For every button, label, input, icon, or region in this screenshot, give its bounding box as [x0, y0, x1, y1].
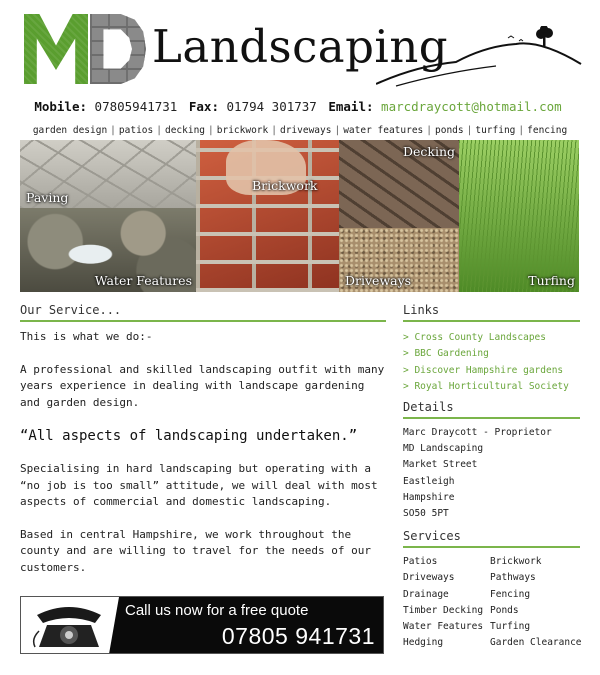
service-item: Brickwork: [490, 556, 542, 567]
brickwork-photo[interactable]: Brickwork: [196, 140, 339, 292]
nav-item-driveways[interactable]: driveways: [280, 125, 331, 136]
service-item: Driveways: [403, 572, 455, 584]
mobile-number: 07805941731: [94, 99, 178, 114]
free-quote-banner[interactable]: Call us now for a free quote 07805 94173…: [20, 596, 384, 654]
section-heading-details: Details: [403, 400, 580, 419]
photo-collage: Paving Water Features Brickwork Decking …: [20, 140, 579, 292]
details-line: Marc Draycott - Proprietor: [403, 427, 552, 438]
mobile-label: Mobile:: [34, 99, 88, 114]
email-label: Email:: [328, 99, 374, 114]
paving-caption: Paving: [26, 190, 69, 205]
water-features-photo[interactable]: Water Features: [20, 208, 196, 292]
service-item: Hedging: [403, 637, 444, 649]
details-section: Details Marc Draycott - Proprietor MD La…: [403, 400, 580, 522]
details-line: MD Landscaping: [403, 443, 484, 455]
logo-letter-m: [24, 14, 88, 84]
telephone-icon: [32, 607, 101, 648]
top-nav: garden design | patios | decking | brickwork | d…: [0, 125, 600, 136]
intro-text: This is what we do:-: [20, 330, 153, 343]
nav-item-brickwork[interactable]: brickwork: [217, 125, 268, 136]
service-item: Water Features: [403, 621, 484, 633]
nav-separator: |: [426, 125, 432, 136]
hill-tree-icon: [376, 26, 582, 87]
quote-text: “All aspects of landscaping undertaken.”: [20, 428, 358, 444]
nav-separator: |: [271, 125, 277, 136]
brickwork-caption: Brickwork: [252, 178, 318, 193]
paragraph-location: Based in central Hampshire, we work thro…: [20, 527, 371, 574]
link-royal-horticultural-society[interactable]: > Royal Horticultural Society: [403, 379, 580, 395]
link-bbc-gardening[interactable]: > BBC Gardening: [403, 346, 580, 362]
service-item: Turfing: [490, 621, 531, 633]
contact-bar: Mobile: 07805941731 Fax: 01794 301737 Em…: [0, 99, 600, 114]
link-cross-county-landscapes[interactable]: > Cross County Landscapes: [403, 330, 580, 346]
details-line: SO50 5PT: [403, 508, 449, 520]
paving-photo[interactable]: Paving: [20, 140, 196, 208]
section-heading-links: Links: [403, 303, 580, 322]
main-content: Our Service... This is what we do:- A pr…: [20, 303, 386, 576]
paragraph-specialising: Specialising in hard landscaping but ope…: [20, 462, 378, 508]
details-line: Hampshire: [403, 491, 455, 503]
nav-item-water-features[interactable]: water features: [343, 125, 423, 136]
decking-photo[interactable]: Decking: [339, 140, 459, 228]
nav-separator: |: [156, 125, 162, 136]
fax-number: 01794 301737: [226, 99, 317, 114]
nav-item-patios[interactable]: patios: [119, 125, 153, 136]
service-item: Fencing: [490, 588, 531, 600]
nav-separator: |: [208, 125, 214, 136]
nav-item-ponds[interactable]: ponds: [435, 125, 464, 136]
turfing-caption: Turfing: [528, 273, 575, 288]
nav-item-fencing[interactable]: fencing: [527, 125, 567, 136]
driveways-photo[interactable]: Driveways: [339, 228, 459, 292]
free-quote-text: Call us now for a free quote: [125, 602, 309, 619]
site-header: Landscaping: [0, 0, 600, 95]
service-item: Drainage: [403, 588, 449, 600]
paragraph-about: A professional and skilled landscaping o…: [20, 362, 385, 409]
email-link[interactable]: marcdraycott@hotmail.com: [381, 99, 562, 114]
services-section: Services Patios Brickwork Driveways Path…: [403, 529, 582, 652]
nav-item-decking[interactable]: decking: [165, 125, 205, 136]
service-item: Pathways: [490, 572, 536, 584]
water-features-caption: Water Features: [94, 273, 192, 288]
services-list: Patios Brickwork Driveways Pathways Drai…: [403, 554, 582, 652]
links-section: Links > Cross County Landscapes > BBC Ga…: [403, 303, 580, 395]
decking-caption: Decking: [402, 144, 455, 159]
service-item: Patios: [403, 556, 438, 567]
details-line: Market Street: [403, 459, 478, 471]
service-item: Garden Clearance: [490, 637, 582, 649]
nav-item-turfing[interactable]: turfing: [475, 125, 515, 136]
phone-number[interactable]: 07805 941731: [222, 623, 375, 650]
nav-separator: |: [110, 125, 116, 136]
nav-separator: |: [518, 125, 525, 136]
fax-label: Fax:: [188, 99, 219, 114]
section-heading-services: Services: [403, 529, 580, 548]
service-item: Ponds: [490, 604, 519, 616]
driveways-caption: Driveways: [345, 273, 412, 288]
link-discover-hampshire-gardens[interactable]: > Discover Hampshire gardens: [403, 363, 580, 379]
phone-image-area: [21, 597, 119, 653]
nav-item-garden-design[interactable]: garden design: [33, 125, 107, 136]
details-line: Eastleigh: [403, 475, 455, 487]
nav-separator: |: [466, 125, 473, 136]
section-heading-our-service: Our Service...: [20, 303, 386, 322]
nav-separator: |: [334, 125, 341, 136]
logo-letter-d: [90, 14, 146, 84]
turfing-photo[interactable]: Turfing: [459, 140, 579, 292]
service-item: Timber Decking: [403, 604, 484, 616]
